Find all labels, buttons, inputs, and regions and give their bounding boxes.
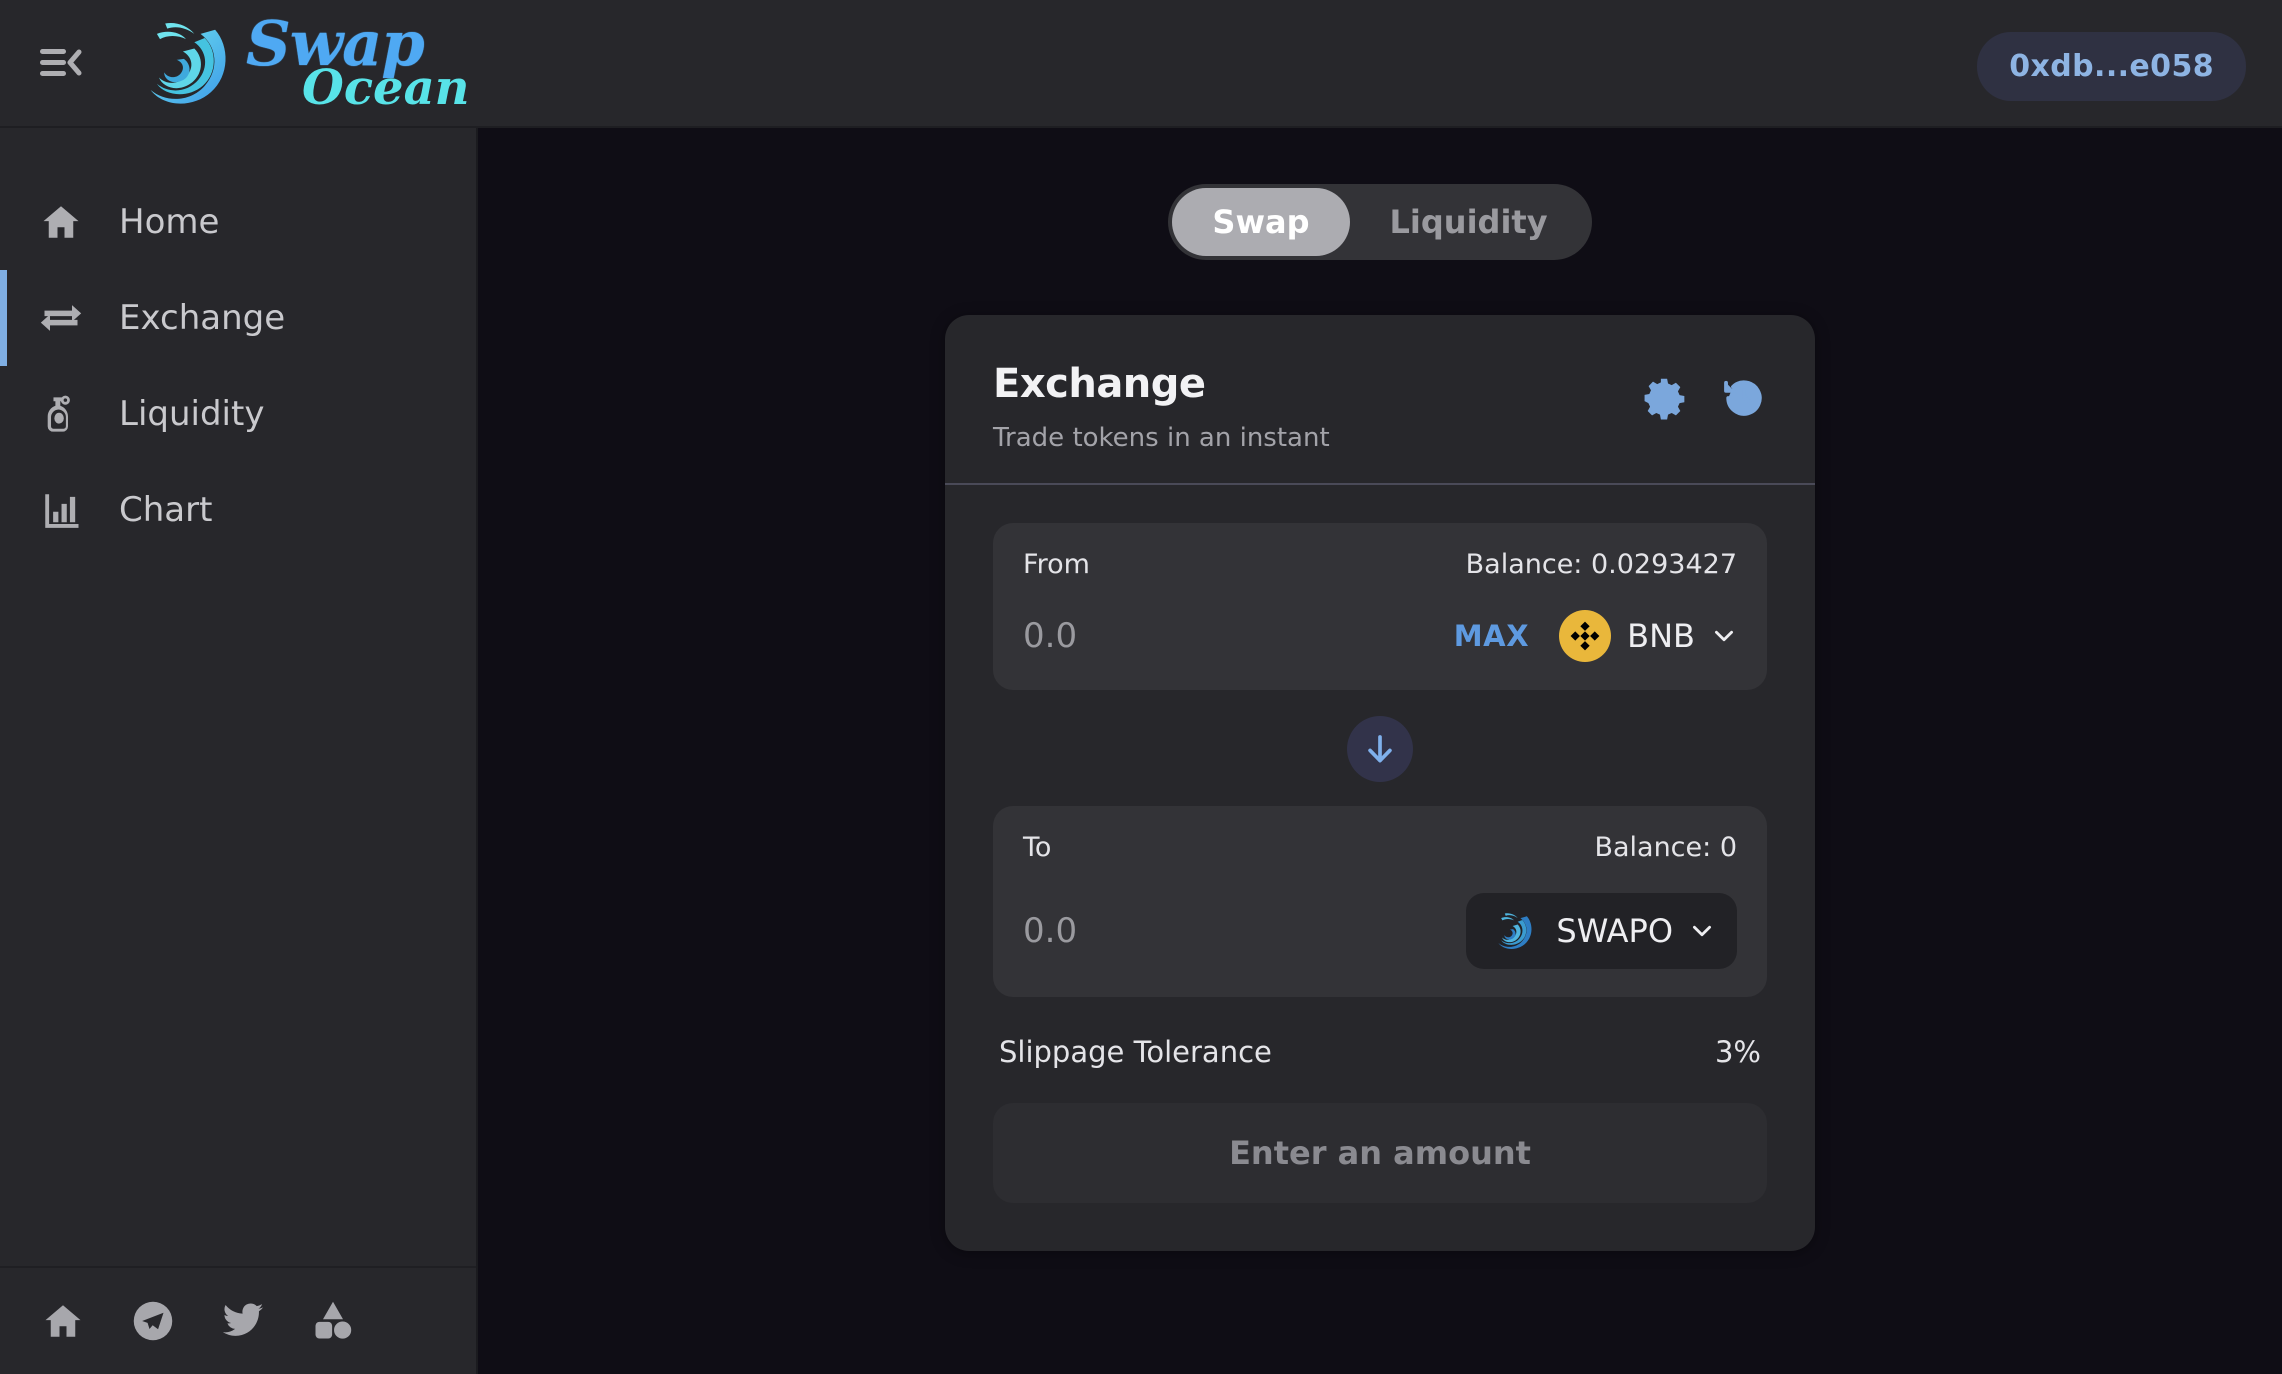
to-panel-bottom: SWAPO [1023, 893, 1737, 969]
sidebar-social-links [0, 1266, 476, 1374]
sidebar-item-exchange[interactable]: Exchange [0, 270, 476, 366]
arrow-down-icon[interactable] [1347, 716, 1413, 782]
from-token-symbol: BNB [1627, 617, 1695, 655]
brand-logo[interactable]: Swap Ocean [132, 4, 470, 122]
wave-logo-icon [150, 22, 226, 104]
from-panel-controls: MAX BNB [1454, 610, 1737, 662]
sidebar-nav: Home Exchange Liquidity Chart [0, 128, 476, 1266]
tab-liquidity[interactable]: Liquidity [1350, 188, 1588, 256]
shapes-icon[interactable] [310, 1298, 356, 1344]
sidebar-item-label: Chart [119, 490, 213, 530]
exchange-card-titles: Exchange Trade tokens in an instant [993, 361, 1330, 453]
exchange-icon [37, 294, 85, 342]
sidebar-item-label: Liquidity [119, 394, 265, 434]
sidebar-item-liquidity[interactable]: Liquidity [0, 366, 476, 462]
to-panel: To Balance: 0 0.0 SWAPO [993, 806, 1767, 997]
to-label: To [1023, 832, 1052, 863]
swapo-icon [1488, 905, 1540, 957]
chart-icon [37, 486, 85, 534]
from-panel-top: From Balance: 0.0293427 [1023, 549, 1737, 580]
app-root: Swap Ocean 0xdb...e058 Home Exchange Liq… [0, 0, 2282, 1374]
main-content: Swap Liquidity Exchange Trade tokens in … [478, 128, 2282, 1374]
chevron-down-icon [1689, 918, 1715, 944]
sidebar: Home Exchange Liquidity Chart [0, 128, 478, 1374]
from-balance: Balance: 0.0293427 [1465, 549, 1737, 580]
telegram-icon[interactable] [130, 1298, 176, 1344]
slippage-label: Slippage Tolerance [999, 1035, 1272, 1069]
to-balance: Balance: 0 [1594, 832, 1737, 863]
sidebar-item-chart[interactable]: Chart [0, 462, 476, 558]
from-panel-bottom: MAX [1023, 610, 1737, 662]
chevron-down-icon [1711, 623, 1737, 649]
hamburger-collapse-icon[interactable] [36, 43, 84, 83]
exchange-card: Exchange Trade tokens in an instant From… [945, 315, 1815, 1251]
gear-icon[interactable] [1641, 375, 1687, 421]
to-amount-input[interactable] [1023, 911, 1363, 951]
from-amount-input[interactable] [1023, 616, 1363, 656]
swap-direction-row [993, 690, 1767, 806]
page-subtitle: Trade tokens in an instant [993, 423, 1330, 453]
twitter-icon[interactable] [220, 1298, 266, 1344]
logo-text-ocean: Ocean [302, 60, 470, 117]
tab-swap[interactable]: Swap [1172, 188, 1350, 256]
slippage-value[interactable]: 3% [1715, 1035, 1761, 1069]
max-button[interactable]: MAX [1454, 619, 1529, 653]
swap-action-button[interactable]: Enter an amount [993, 1103, 1767, 1203]
from-panel: From Balance: 0.0293427 MAX [993, 523, 1767, 690]
top-header: Swap Ocean 0xdb...e058 [0, 0, 2282, 128]
slippage-row: Slippage Tolerance 3% [993, 997, 1767, 1103]
page-title: Exchange [993, 361, 1206, 407]
sidebar-item-label: Home [119, 202, 220, 242]
exchange-card-header: Exchange Trade tokens in an instant [945, 315, 1815, 485]
bnb-icon [1559, 610, 1612, 662]
to-token-select[interactable]: SWAPO [1466, 893, 1737, 969]
sidebar-item-home[interactable]: Home [0, 174, 476, 270]
from-token-select[interactable]: BNB [1559, 610, 1737, 662]
liquidity-icon [37, 390, 85, 438]
wallet-address-button[interactable]: 0xdb...e058 [1977, 32, 2246, 101]
history-icon[interactable] [1721, 375, 1767, 421]
swap-liquidity-toggle: Swap Liquidity [1168, 184, 1592, 260]
exchange-card-actions [1641, 361, 1767, 421]
to-token-symbol: SWAPO [1556, 912, 1673, 950]
to-panel-top: To Balance: 0 [1023, 832, 1737, 863]
home-icon [37, 198, 85, 246]
body-row: Home Exchange Liquidity Chart Swap Liqui… [0, 128, 2282, 1374]
sidebar-item-label: Exchange [119, 298, 286, 338]
home-icon[interactable] [40, 1298, 86, 1344]
from-label: From [1023, 549, 1090, 580]
exchange-card-body: From Balance: 0.0293427 MAX [945, 485, 1815, 1251]
to-panel-controls: SWAPO [1466, 893, 1737, 969]
